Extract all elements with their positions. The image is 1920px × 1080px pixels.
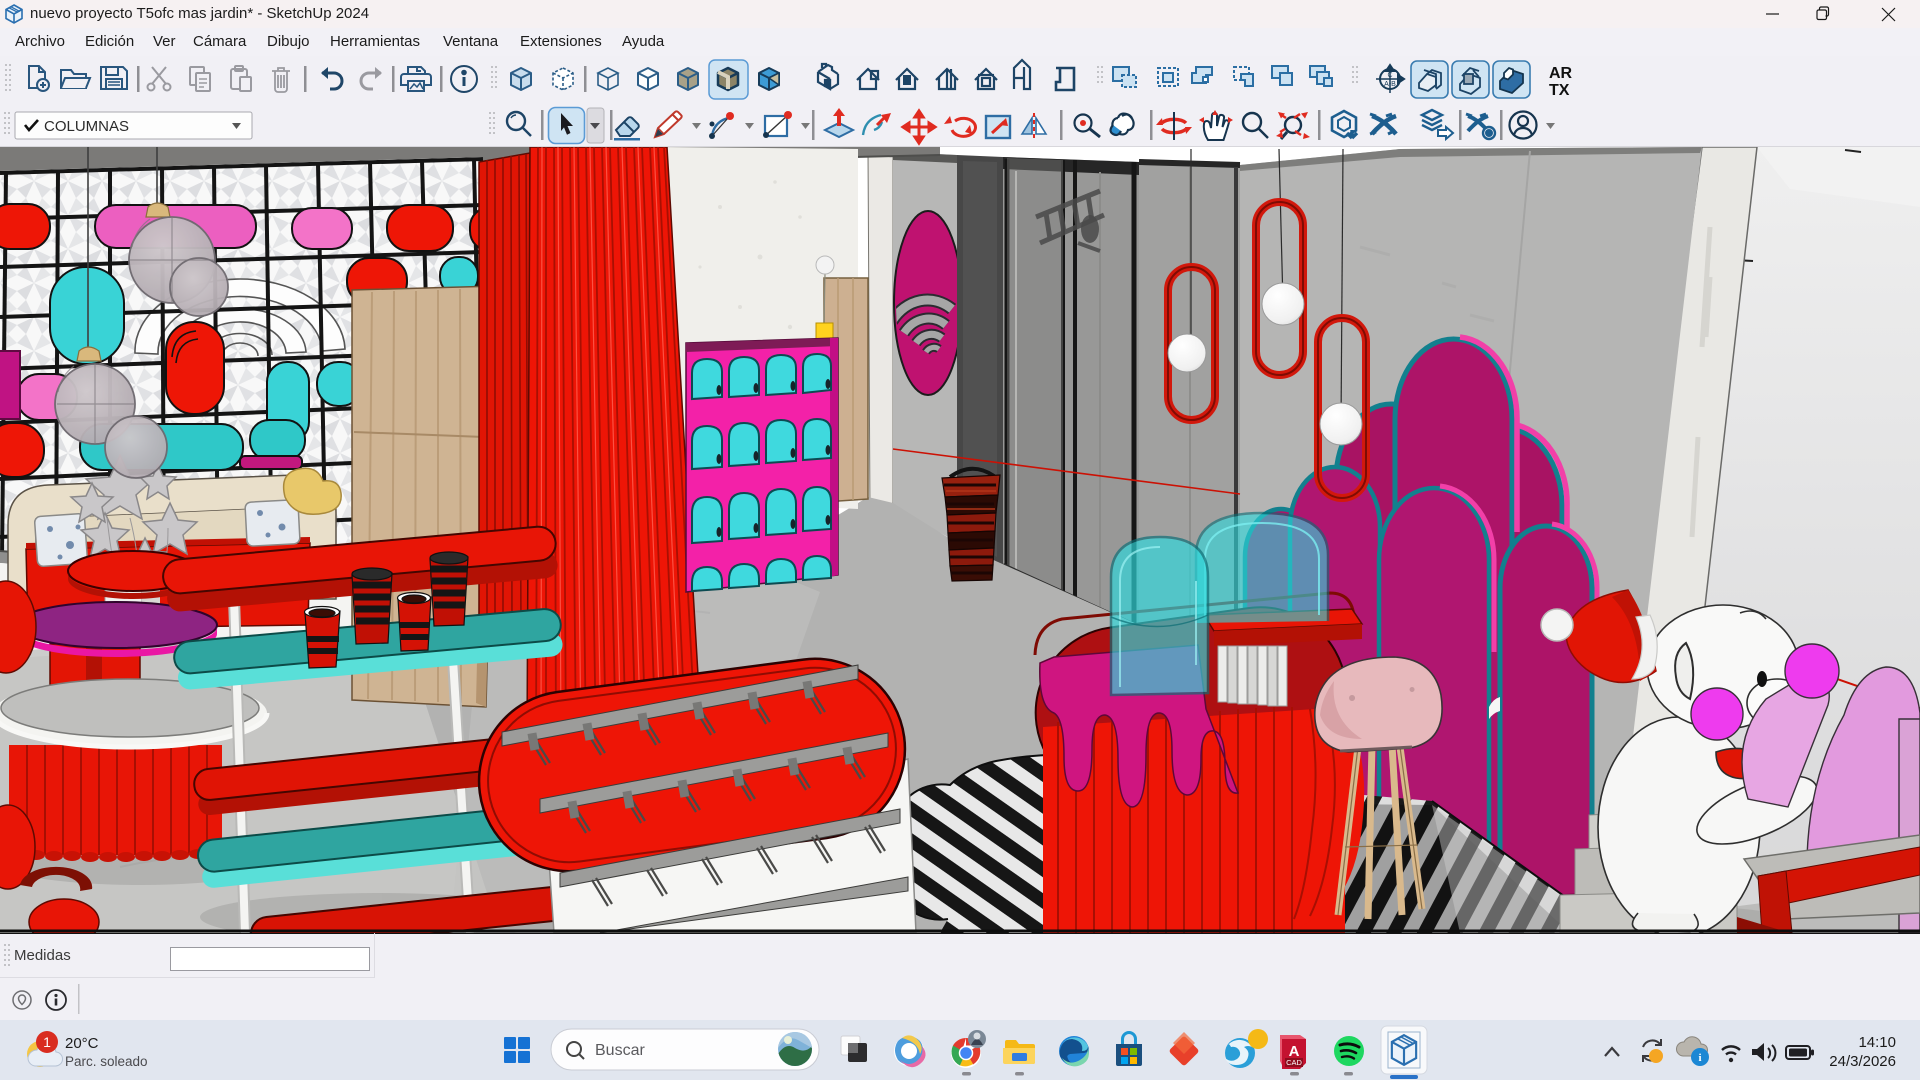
svg-text:14:10: 14:10 xyxy=(1858,1034,1896,1051)
svg-text:1: 1 xyxy=(43,1034,51,1050)
svg-text:24/3/2026: 24/3/2026 xyxy=(1829,1053,1896,1070)
svg-text:AR: AR xyxy=(1549,65,1573,82)
svg-text:20°C: 20°C xyxy=(65,1035,99,1052)
svg-text:TX: TX xyxy=(1549,82,1570,99)
svg-text:COLUMNAS: COLUMNAS xyxy=(44,118,129,135)
svg-text:i: i xyxy=(1698,1052,1701,1064)
svg-text:Parc. soleado: Parc. soleado xyxy=(65,1054,148,1069)
svg-text:Buscar: Buscar xyxy=(595,1042,645,1059)
svg-text:A-B: A-B xyxy=(1384,81,1396,88)
svg-text:CAD: CAD xyxy=(1286,1058,1302,1067)
svg-text:C: C xyxy=(1387,72,1392,79)
